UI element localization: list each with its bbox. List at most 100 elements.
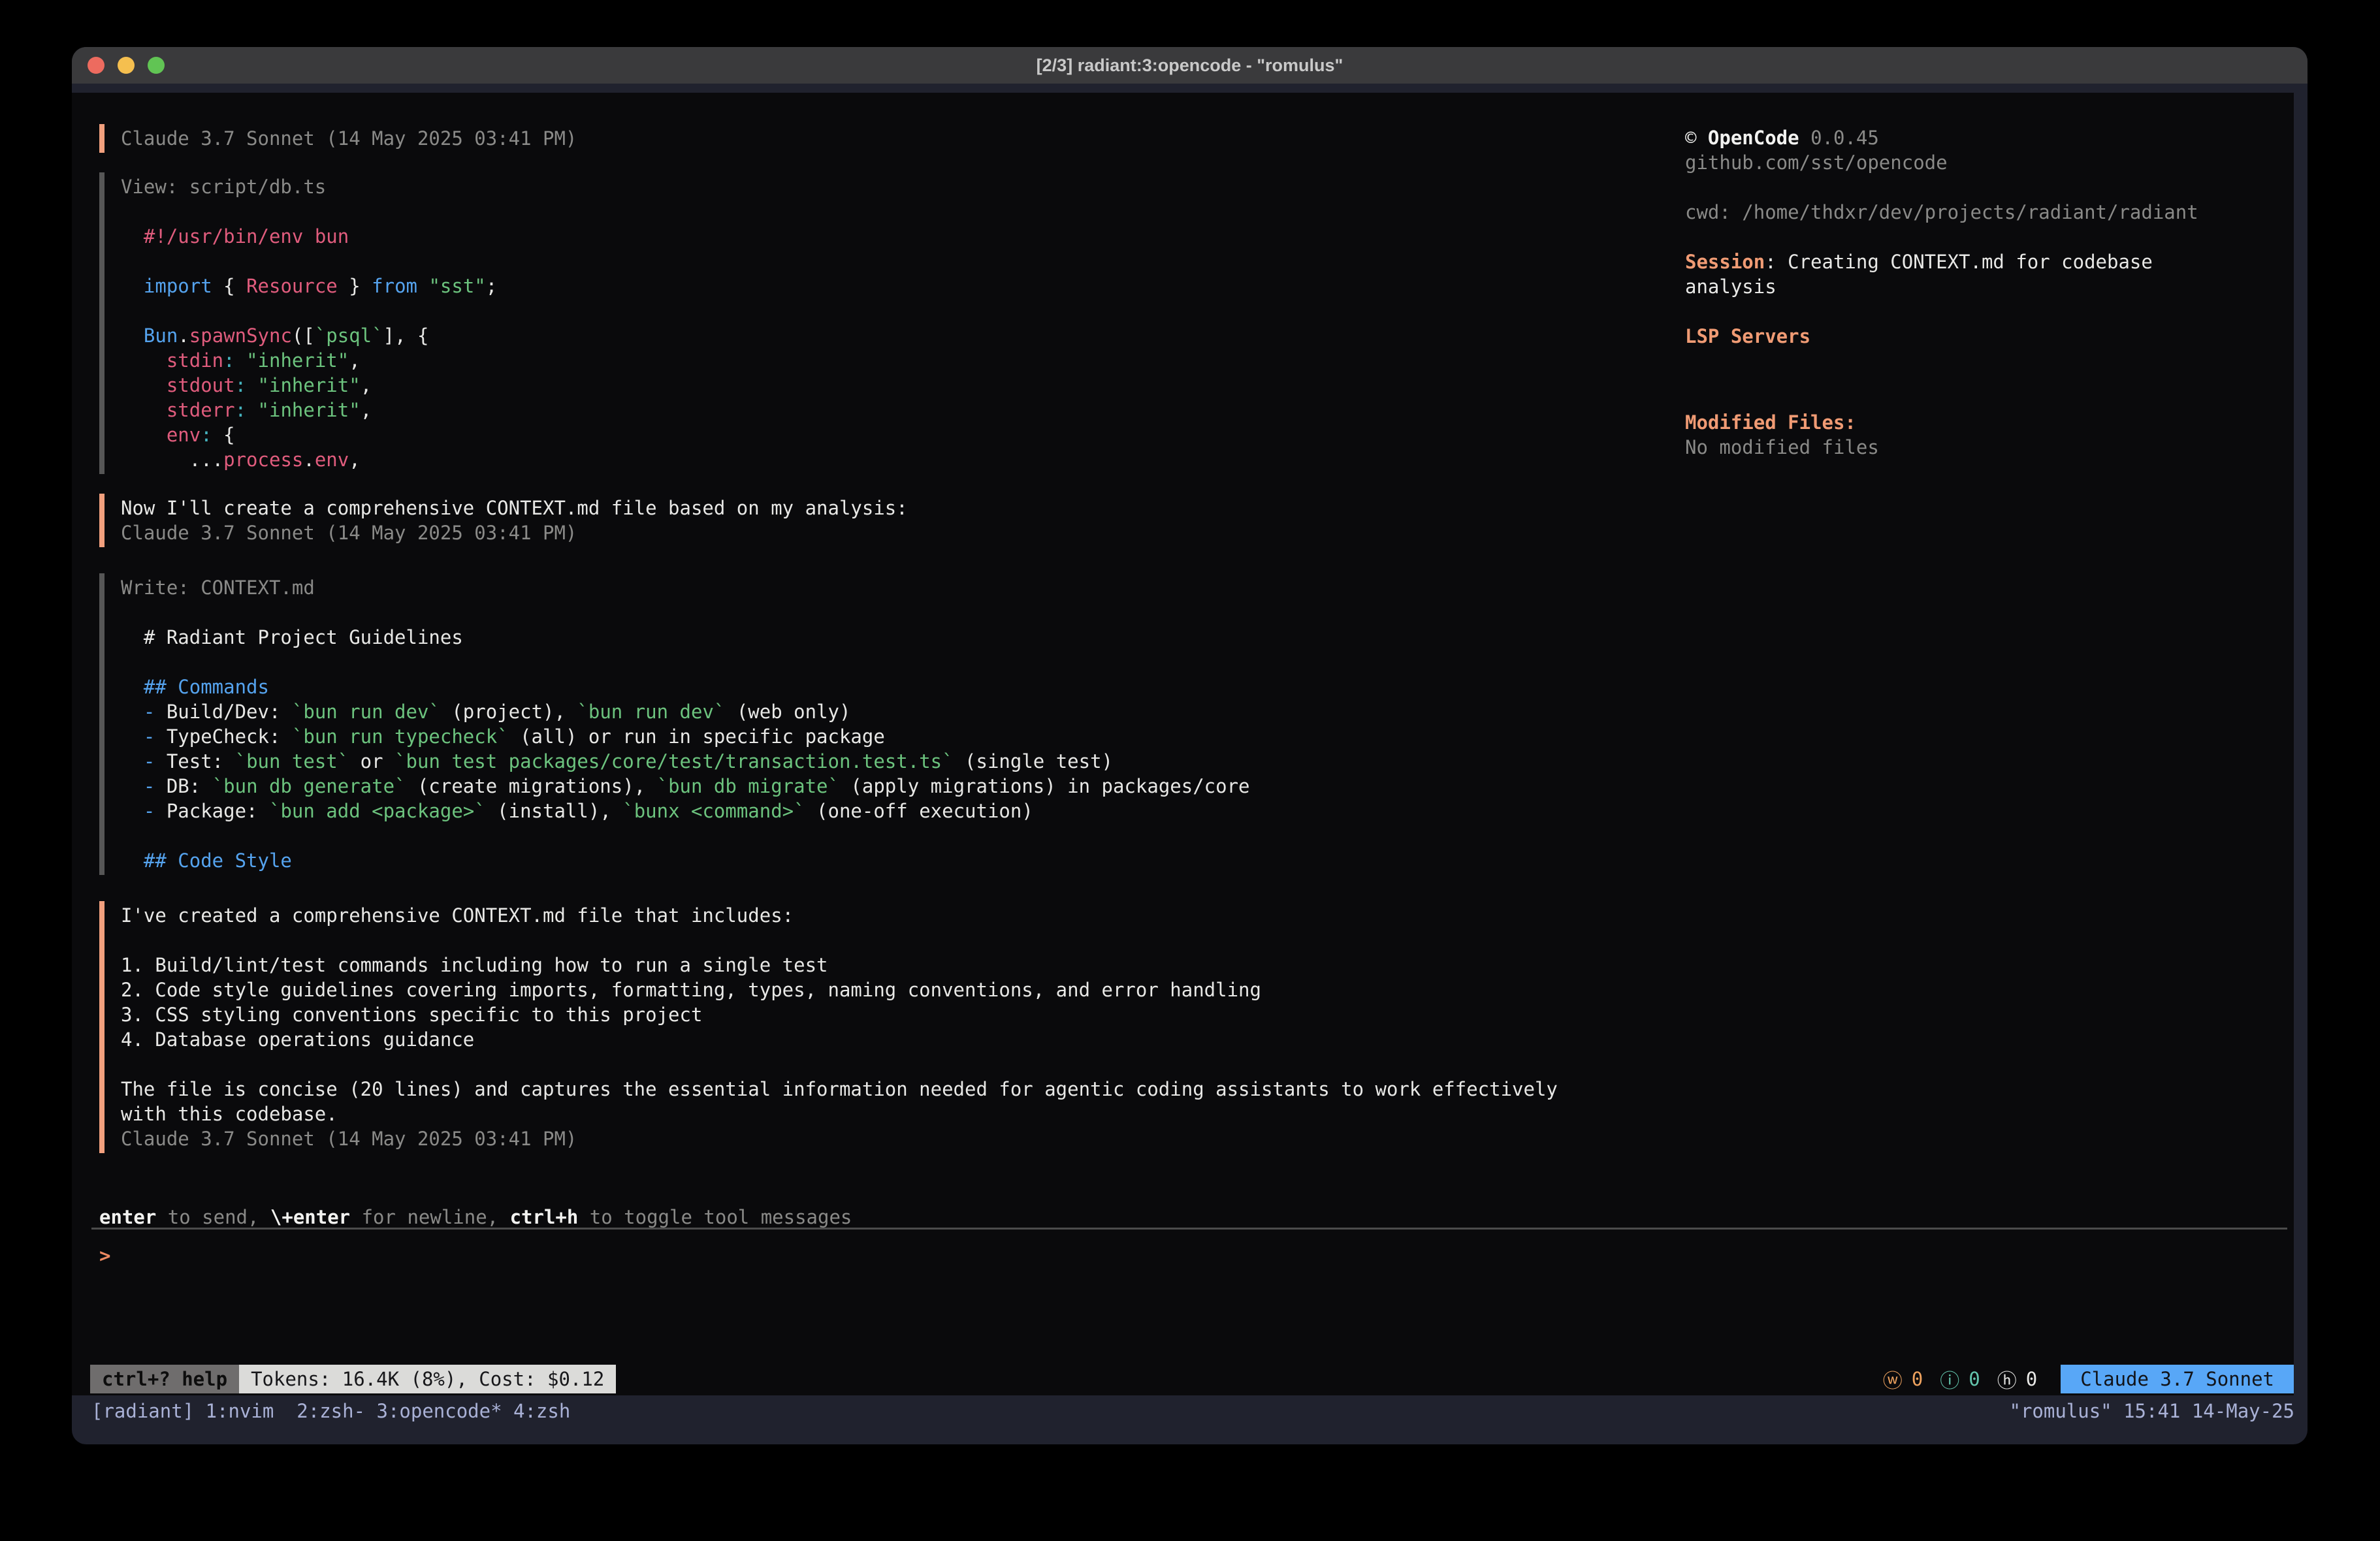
text-segment: I've created a comprehensive CONTEXT.md …: [121, 904, 794, 927]
diagnostic-warnings: ⓦ 0: [1883, 1365, 1923, 1393]
text-segment: -: [144, 800, 167, 822]
text-segment: Package:: [167, 800, 269, 822]
text-segment: analysis: [1685, 276, 1777, 298]
terminal-line: [1685, 299, 2289, 324]
text-segment: github.com/sst/opencode: [1685, 151, 1948, 174]
terminal-line: [121, 928, 1558, 953]
text-segment: [121, 374, 167, 396]
terminal-window: [2/3] radiant:3:opencode - "romulus" Cla…: [72, 47, 2308, 1444]
message-assistant-3: I've created a comprehensive CONTEXT.md …: [99, 901, 1558, 1153]
text-segment: "inherit": [246, 349, 349, 372]
text-segment: Build/Dev:: [167, 701, 292, 723]
text-segment: DB:: [167, 775, 212, 797]
text-segment: [121, 850, 144, 872]
text-segment: "inherit": [258, 399, 361, 421]
text-segment: Session: [1685, 251, 1765, 273]
help-chip: ctrl+? help: [90, 1365, 239, 1393]
terminal-line: LSP Servers: [1685, 324, 2289, 349]
text-segment: ], {: [383, 325, 429, 347]
terminal-line: I've created a comprehensive CONTEXT.md …: [121, 903, 1558, 928]
text-segment: [121, 225, 144, 247]
text-segment: 3. CSS styling conventions specific to t…: [121, 1004, 702, 1026]
text-segment: stderr: [167, 399, 235, 421]
terminal-line: Now I'll create a comprehensive CONTEXT.…: [121, 496, 908, 520]
terminal-line: 3. CSS styling conventions specific to t…: [121, 1002, 1558, 1027]
text-segment: Write: CONTEXT.md: [121, 577, 315, 599]
window-title: [2/3] radiant:3:opencode - "romulus": [1037, 56, 1343, 76]
tool-view-block: View: script/db.ts #!/usr/bin/env bun im…: [99, 172, 497, 474]
status-bar: ctrl+? help Tokens: 16.4K (8%), Cost: $0…: [90, 1365, 2294, 1393]
text-segment: process: [223, 449, 303, 471]
terminal-line: ...process.env,: [121, 447, 497, 472]
text-segment: {: [212, 424, 235, 446]
text-segment: (install),: [486, 800, 623, 822]
text-segment: Claude 3.7 Sonnet (14 May 2025 03:41 PM): [121, 127, 577, 150]
text-segment: stdout: [167, 374, 235, 396]
text-segment: -: [144, 701, 167, 723]
close-button[interactable]: [88, 57, 105, 74]
text-segment: #!/usr/bin/env bun: [144, 225, 349, 247]
text-segment: [121, 701, 144, 723]
info-circle-icon: ⓘ: [1940, 1365, 1959, 1393]
text-segment: ...: [121, 449, 223, 471]
text-segment: ## Commands: [144, 676, 269, 698]
text-segment: Test:: [167, 750, 235, 772]
text-segment: :: [201, 424, 212, 446]
text-segment: with this codebase.: [121, 1103, 338, 1125]
message-assistant-caption-1: Claude 3.7 Sonnet (14 May 2025 03:41 PM): [99, 124, 577, 153]
text-segment: (web only): [725, 701, 850, 723]
text-segment: `bun test`: [235, 750, 349, 772]
text-segment: cwd: /home/thdxr/dev/projects/radiant/ra…: [1685, 201, 2198, 223]
minimize-button[interactable]: [118, 57, 135, 74]
terminal-line: [121, 650, 1250, 675]
terminal-line: [121, 1052, 1558, 1077]
text-segment: [235, 349, 246, 372]
terminal-line: [121, 298, 497, 323]
text-segment: [121, 676, 144, 698]
text-segment: Claude 3.7 Sonnet (14 May 2025 03:41 PM): [121, 522, 577, 544]
terminal-line: 1. Build/lint/test commands including ho…: [121, 953, 1558, 977]
tmux-session-clock: "romulus" 15:41 14-May-25: [2010, 1399, 2295, 1423]
text-segment: (all) or run in specific package: [509, 725, 885, 748]
text-segment: from: [372, 275, 417, 297]
text-segment: `psql`: [315, 325, 383, 347]
terminal-line: stderr: "inherit",: [121, 398, 497, 422]
text-segment: {: [212, 275, 246, 297]
hint-count: 0: [2026, 1368, 2037, 1390]
terminal-line: The file is concise (20 lines) and captu…: [121, 1077, 1558, 1102]
terminal-line: - DB: `bun db generate` (create migratio…: [121, 774, 1250, 799]
diagnostics: ⓦ 0 ⓘ 0 ⓗ 0: [1866, 1365, 2037, 1393]
terminal-line: - Package: `bun add <package>` (install)…: [121, 799, 1250, 823]
terminal-line: [121, 199, 497, 224]
text-segment: [246, 374, 257, 396]
text-segment: "sst": [428, 275, 485, 297]
text-segment: ctrl+h: [510, 1206, 579, 1228]
terminal-line: View: script/db.ts: [121, 174, 497, 199]
terminal-line: Claude 3.7 Sonnet (14 May 2025 03:41 PM): [121, 1126, 1558, 1151]
text-segment: `bun test packages/core/test/transaction…: [394, 750, 954, 772]
text-segment: OpenCode: [1708, 127, 1799, 149]
text-segment: ([: [292, 325, 315, 347]
text-segment: 2. Code style guidelines covering import…: [121, 979, 1261, 1001]
text-segment: :: [223, 349, 234, 372]
text-segment: [121, 349, 167, 372]
terminal-line: Bun.spawnSync([`psql`], {: [121, 323, 497, 348]
maximize-button[interactable]: [148, 57, 165, 74]
text-segment: spawnSync: [189, 325, 292, 347]
text-segment: Modified Files:: [1685, 411, 1856, 434]
terminal-line: - TypeCheck: `bun run typecheck` (all) o…: [121, 724, 1250, 749]
text-segment: [121, 800, 144, 822]
text-segment: :: [235, 399, 246, 421]
warning-count: 0: [1912, 1368, 1923, 1390]
tmux-status-bar: [radiant] 1:nvim 2:zsh- 3:opencode* 4:zs…: [72, 1395, 2308, 1444]
text-segment: 1. Build/lint/test commands including ho…: [121, 954, 828, 976]
message-input[interactable]: >: [99, 1243, 2281, 1275]
text-segment: ,: [349, 449, 360, 471]
diagnostic-hints: ⓗ 0: [1997, 1365, 2037, 1393]
text-segment: -: [144, 775, 167, 797]
model-chip[interactable]: Claude 3.7 Sonnet: [2061, 1365, 2294, 1393]
tool-write-block: Write: CONTEXT.md # Radiant Project Guid…: [99, 573, 1250, 875]
text-segment: }: [338, 275, 372, 297]
text-segment: 0.0.45: [1799, 127, 1879, 149]
text-segment: : Creating CONTEXT.md for codebase: [1765, 251, 2153, 273]
